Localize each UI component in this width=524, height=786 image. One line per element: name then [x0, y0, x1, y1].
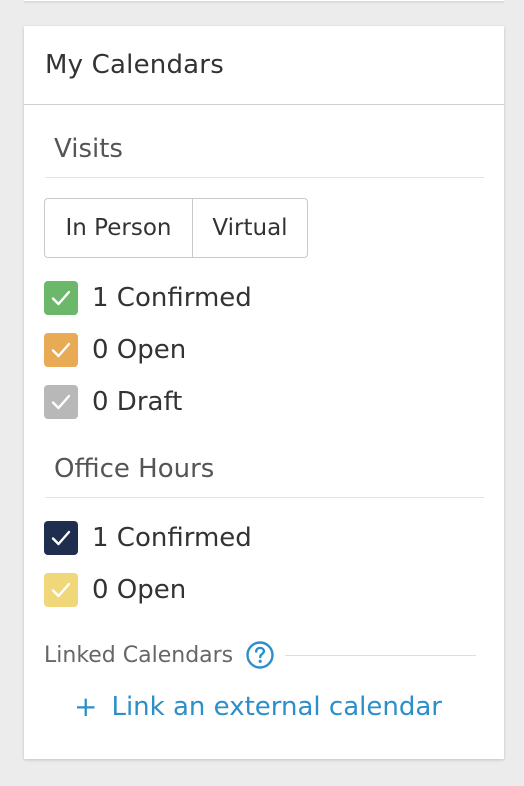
- in-person-button[interactable]: In Person: [45, 199, 193, 257]
- office-hours-confirmed-checkbox[interactable]: [44, 521, 78, 555]
- visits-draft-checkbox[interactable]: [44, 385, 78, 419]
- check-icon: [51, 342, 71, 358]
- visits-open-row[interactable]: 0 Open: [44, 332, 186, 368]
- check-icon: [51, 530, 71, 546]
- check-icon: [51, 394, 71, 410]
- panel-title: My Calendars: [45, 50, 224, 80]
- linked-calendars-label: Linked Calendars: [44, 642, 234, 668]
- office-hours-confirmed-row[interactable]: 1 Confirmed: [44, 520, 252, 556]
- panel-header: My Calendars: [24, 26, 504, 105]
- previous-card-edge: [24, 0, 504, 2]
- question-circle-icon[interactable]: [245, 640, 275, 670]
- office-hours-open-label: 0 Open: [92, 575, 187, 605]
- visits-open-label: 0 Open: [92, 335, 187, 365]
- check-icon: [51, 290, 71, 306]
- visit-type-toggle: In Person Virtual: [44, 198, 308, 258]
- check-icon: [51, 582, 71, 598]
- my-calendars-panel: My Calendars Visits In Person Virtual 1 …: [24, 26, 504, 759]
- link-external-calendar-label: Link an external calendar: [111, 692, 442, 722]
- office-hours-heading: Office Hours: [45, 454, 484, 498]
- office-hours-confirmed-label: 1 Confirmed: [92, 523, 252, 553]
- visits-confirmed-label: 1 Confirmed: [92, 283, 252, 313]
- visits-heading: Visits: [45, 134, 484, 178]
- office-hours-open-checkbox[interactable]: [44, 573, 78, 607]
- visits-draft-label: 0 Draft: [92, 387, 183, 417]
- visits-open-checkbox[interactable]: [44, 333, 78, 367]
- virtual-button[interactable]: Virtual: [193, 199, 307, 257]
- visits-confirmed-row[interactable]: 1 Confirmed: [44, 280, 252, 316]
- office-hours-open-row[interactable]: 0 Open: [44, 572, 186, 608]
- linked-divider: [285, 654, 476, 656]
- plus-icon: +: [74, 690, 98, 723]
- visits-confirmed-checkbox[interactable]: [44, 281, 78, 315]
- link-external-calendar-link[interactable]: + Link an external calendar: [74, 689, 442, 725]
- visits-draft-row[interactable]: 0 Draft: [44, 384, 182, 420]
- linked-calendars-row: Linked Calendars: [44, 638, 476, 672]
